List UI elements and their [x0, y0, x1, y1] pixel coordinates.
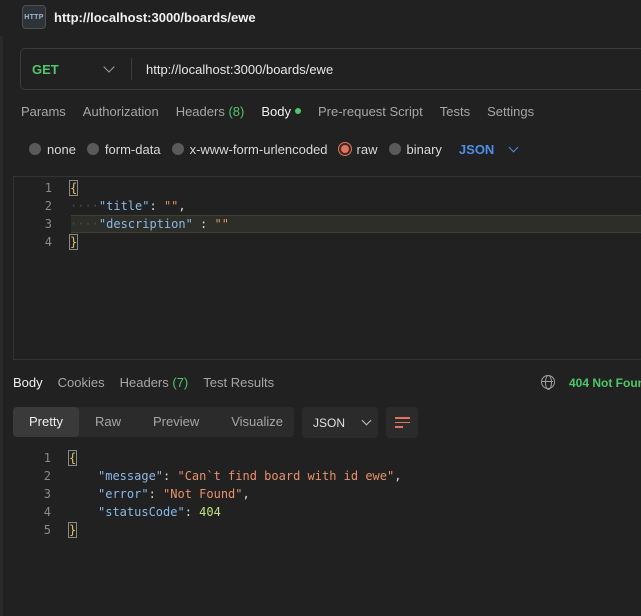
view-tab-raw[interactable]: Raw [79, 407, 137, 437]
chevron-down-icon [103, 61, 115, 73]
radio-icon[interactable] [86, 143, 99, 155]
body-type-selector: none form-data x-www-form-urlencoded raw… [29, 140, 519, 158]
response-tab-headers[interactable]: Headers (7) [120, 375, 189, 393]
method-label: GET [32, 61, 59, 77]
request-tabs: Params Authorization Headers (8) Body Pr… [21, 104, 551, 124]
tab-bar: HTTP http://localhost:3000/boards/ewe [0, 0, 641, 36]
code-line: ····"title": "", [70, 199, 186, 213]
line-number: 3 [44, 217, 52, 231]
modified-dot-icon [294, 108, 301, 114]
radio-icon[interactable] [388, 143, 401, 155]
radio-binary[interactable]: binary [388, 142, 442, 157]
response-body-viewer[interactable]: 1 2 3 4 5 { "message": "Can`t find board… [13, 448, 641, 616]
tab-settings[interactable]: Settings [487, 104, 534, 124]
code-line: ····"description" : "" [70, 217, 229, 231]
response-tab-test-results[interactable]: Test Results [203, 375, 274, 393]
radio-raw[interactable]: raw [338, 142, 378, 157]
sidebar-edge [0, 36, 3, 616]
globe-icon[interactable] [541, 375, 555, 390]
radio-icon[interactable] [29, 143, 41, 155]
line-number: 3 [43, 487, 51, 501]
url-input[interactable] [132, 61, 612, 77]
line-number: 1 [44, 181, 52, 195]
line-number: 1 [43, 451, 51, 465]
line-number: 2 [44, 199, 52, 213]
body-format-select[interactable]: JSON [459, 142, 519, 157]
code-line: { [67, 450, 78, 466]
tab-headers[interactable]: Headers (8) [176, 104, 245, 124]
code-line: { [68, 180, 79, 196]
radio-icon[interactable] [171, 143, 184, 155]
tab-tests[interactable]: Tests [440, 104, 470, 124]
wrap-lines-button[interactable] [386, 407, 418, 438]
tab-params[interactable]: Params [21, 104, 66, 124]
request-tab-title[interactable]: http://localhost:3000/boards/ewe [54, 10, 256, 25]
code-line: } [68, 234, 79, 250]
code-line: } [67, 522, 78, 538]
response-view-tabs: Pretty Raw Preview Visualize [13, 407, 294, 437]
code-line: "message": "Can`t find board with id ewe… [98, 469, 402, 483]
view-tab-preview[interactable]: Preview [137, 407, 215, 437]
tab-body[interactable]: Body [261, 104, 301, 124]
tab-pre-request-script[interactable]: Pre-request Script [318, 104, 423, 124]
response-tab-body[interactable]: Body [13, 375, 43, 393]
response-tab-cookies[interactable]: Cookies [58, 375, 105, 393]
headers-count: (8) [228, 104, 245, 119]
radio-checked-icon[interactable] [338, 143, 351, 155]
http-icon: HTTP [22, 5, 46, 29]
tab-authorization[interactable]: Authorization [83, 104, 159, 124]
radio-form-data[interactable]: form-data [86, 142, 161, 157]
response-format-select[interactable]: JSON [302, 407, 378, 438]
line-number: 4 [43, 505, 51, 519]
code-line: "error": "Not Found", [98, 487, 250, 501]
chevron-down-icon [361, 415, 372, 426]
radio-urlencoded[interactable]: x-www-form-urlencoded [171, 142, 328, 157]
request-body-editor[interactable]: 1 2 3 4 { ····"title": "", ····"descript… [13, 176, 641, 360]
line-number: 4 [44, 235, 52, 249]
url-bar: GET [20, 48, 641, 90]
line-number: 5 [43, 523, 51, 537]
radio-none[interactable]: none [29, 142, 76, 157]
wrap-lines-icon [394, 417, 410, 419]
code-line: "statusCode": 404 [98, 505, 221, 519]
tab-headers-label: Headers [175, 104, 225, 119]
chevron-down-icon [508, 142, 519, 152]
view-tab-visualize[interactable]: Visualize [215, 407, 299, 437]
response-tabs: Body Cookies Headers (7) Test Results [13, 375, 289, 393]
line-number: 2 [43, 469, 51, 483]
view-tab-pretty[interactable]: Pretty [13, 407, 79, 437]
method-select[interactable]: GET [21, 49, 131, 89]
tab-body-label: Body [261, 104, 291, 119]
response-status[interactable]: 404 Not Found [569, 376, 641, 390]
